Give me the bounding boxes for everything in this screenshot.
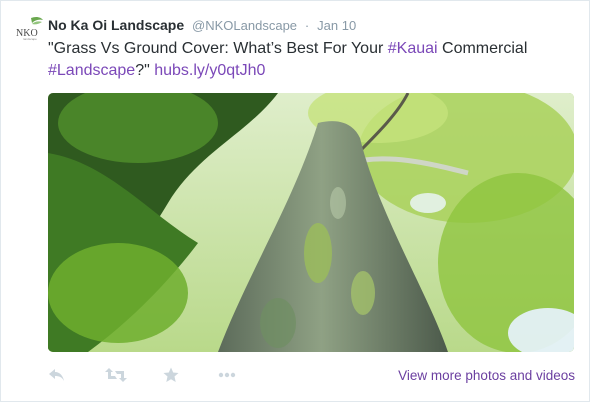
header-separator: · bbox=[304, 18, 310, 33]
view-more-photos-link[interactable]: View more photos and videos bbox=[398, 368, 575, 383]
tweet-text: "Grass Vs Ground Cover: What’s Best For … bbox=[48, 38, 568, 82]
retweet-button[interactable] bbox=[105, 367, 127, 387]
tree-photo-image bbox=[48, 93, 574, 352]
reply-button[interactable] bbox=[48, 367, 66, 387]
avatar-logo-subtext: landscape bbox=[23, 38, 37, 41]
tweet-header: No Ka Oi Landscape @NKOLandscape · Jan 1… bbox=[48, 16, 356, 35]
nko-logo-icon: NKO bbox=[16, 16, 43, 38]
author-name[interactable]: No Ka Oi Landscape bbox=[48, 17, 184, 33]
avatar-logo-text: NKO bbox=[16, 28, 38, 38]
more-button[interactable] bbox=[218, 370, 236, 390]
tweet-photo[interactable] bbox=[48, 93, 574, 352]
avatar[interactable]: NKO landscape bbox=[15, 16, 45, 46]
retweet-icon bbox=[105, 368, 127, 382]
favorite-button[interactable] bbox=[163, 367, 179, 387]
tweet-text-part: Commercial bbox=[437, 40, 528, 57]
tweet-text-part: ?" bbox=[135, 62, 155, 79]
tweet-card[interactable]: NKO landscape No Ka Oi Landscape @NKOLan… bbox=[0, 0, 590, 402]
author-handle[interactable]: @NKOLandscape bbox=[192, 18, 297, 33]
reply-icon bbox=[49, 369, 64, 381]
hashtag-kauai[interactable]: #Kauai bbox=[388, 40, 438, 57]
ellipsis-icon bbox=[218, 372, 236, 378]
tweet-link[interactable]: hubs.ly/y0qtJh0 bbox=[154, 62, 265, 79]
star-icon bbox=[163, 367, 179, 382]
tweet-date[interactable]: Jan 10 bbox=[317, 18, 356, 33]
hashtag-landscape[interactable]: #Landscape bbox=[48, 62, 135, 79]
tweet-text-part: "Grass Vs Ground Cover: What’s Best For … bbox=[48, 40, 388, 57]
